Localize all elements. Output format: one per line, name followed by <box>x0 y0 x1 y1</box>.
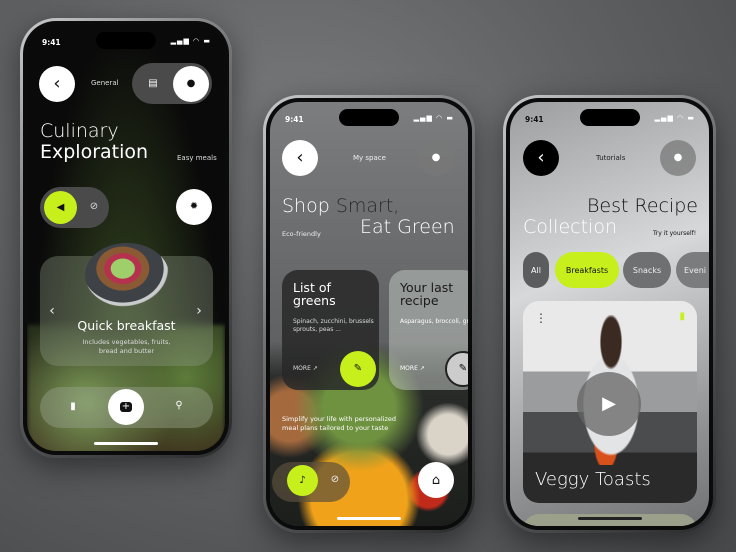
chip-label: Breakfasts <box>565 265 609 275</box>
plus-icon: + <box>119 401 133 412</box>
chevron-left-icon: ‹ <box>53 73 61 94</box>
title-part1: Shop <box>282 195 336 217</box>
speaker-icon: ◀ <box>56 201 65 213</box>
chip-breakfasts[interactable]: Breakfasts <box>555 252 619 288</box>
tag-label: Eco-friendly <box>282 230 321 238</box>
mute-icon: ⊘ <box>89 201 99 212</box>
sound-on-button[interactable]: ◀ <box>44 191 77 224</box>
tag-label: Try it yourself! <box>653 230 697 237</box>
play-icon: ▶ <box>602 393 616 414</box>
phone-my-space: 9:41 ▂▄▆ ◠ ▬ ‹ My space ● Shop Smart, Ea… <box>263 95 475 533</box>
chip-snacks[interactable]: Snacks <box>623 252 671 288</box>
bookmark-button[interactable]: ▮ <box>63 395 83 419</box>
header-label: My space <box>353 154 386 162</box>
back-button[interactable]: ‹ <box>39 66 75 102</box>
chip-label: Eveni <box>684 265 707 275</box>
bell-button[interactable]: ♪ <box>287 465 318 496</box>
bell-off-button[interactable]: ⊘ <box>324 469 346 491</box>
card-desc: Spinach, zucchini, brussels sprouts, pea… <box>293 318 374 334</box>
phone-general: 9:41 ▂▄▆ ◠ ▬ ‹ General ▤ ● Culinary Expl… <box>20 18 232 458</box>
document-button[interactable]: ▤ <box>141 72 165 96</box>
next-card-preview <box>523 514 697 526</box>
menu-button[interactable]: ⋮ <box>535 311 547 325</box>
screen: 9:41 ▂▄▆ ◠ ▬ ‹ My space ● Shop Smart, Ea… <box>270 102 468 526</box>
chip-label: All <box>531 265 541 275</box>
status-time: 9:41 <box>285 115 304 124</box>
home-indicator <box>94 442 158 445</box>
back-button[interactable]: ‹ <box>523 140 559 176</box>
user-icon: ● <box>431 152 441 163</box>
header-label: Tutorials <box>596 154 626 162</box>
bell-off-icon: ⊘ <box>330 474 340 485</box>
home-indicator <box>337 517 401 520</box>
card-title: Quick breakfast <box>77 318 176 333</box>
more-link[interactable]: MORE ↗ <box>293 365 318 372</box>
search-icon: ⚲ <box>175 400 183 411</box>
bookmark-icon: ▮ <box>70 401 76 412</box>
settings-button[interactable]: ✹ <box>176 189 212 225</box>
title-line2: Exploration <box>40 141 149 163</box>
home-icon: ⌂ <box>431 472 441 488</box>
chip-all[interactable]: All <box>523 252 549 288</box>
mute-button[interactable]: ⊘ <box>82 195 106 219</box>
tag-label: Easy meals <box>177 154 217 162</box>
profile-button[interactable]: ● <box>660 140 696 176</box>
more-link[interactable]: MORE ↗ <box>400 365 425 372</box>
card-title: List of greens <box>293 280 336 309</box>
title-line1: Shop Smart, <box>282 195 400 217</box>
edit-button[interactable]: ✎ <box>340 351 376 387</box>
dynamic-island <box>579 109 640 126</box>
pencil-icon: ✎ <box>458 363 468 374</box>
play-button[interactable]: ▶ <box>577 372 641 436</box>
status-icons: ▂▄▆ ◠ ▬ <box>654 114 695 122</box>
dynamic-island <box>96 32 156 49</box>
chip-label: Snacks <box>632 265 662 275</box>
header-label: General <box>91 79 119 87</box>
card-last-recipe[interactable]: Your last recipe Asparagus, broccoli, gr… <box>389 270 468 390</box>
status-icons: ▂▄▆ ◠ ▬ <box>413 114 454 122</box>
title-line2: Collection <box>523 216 617 238</box>
chevron-left-icon: ‹ <box>296 147 304 168</box>
edit-button[interactable]: ✎ <box>445 351 468 387</box>
home-button[interactable]: ⌂ <box>418 462 454 498</box>
title-line1: Best Recipe <box>586 195 698 217</box>
next-button[interactable]: › <box>191 303 207 319</box>
previous-button[interactable]: ‹ <box>44 303 60 319</box>
chevron-right-icon: › <box>196 303 202 319</box>
card-title: Your last recipe <box>400 280 454 309</box>
tagline: Simplify your life with personalized mea… <box>282 415 397 432</box>
bookmark-icon[interactable]: ▮ <box>679 311 685 322</box>
profile-button[interactable]: ● <box>173 66 209 102</box>
screen: 9:41 ▂▄▆ ◠ ▬ ‹ Tutorials ● Best Recipe C… <box>510 102 709 526</box>
video-title: Veggy Toasts <box>535 469 651 490</box>
screen: 9:41 ▂▄▆ ◠ ▬ ‹ General ▤ ● Culinary Expl… <box>27 25 225 451</box>
add-button[interactable]: + <box>108 389 144 425</box>
card-list-of-greens[interactable]: List of greens Spinach, zucchini, brusse… <box>282 270 379 390</box>
dynamic-island <box>339 109 399 126</box>
chevron-left-icon: ‹ <box>537 147 545 168</box>
gear-icon: ✹ <box>189 201 199 212</box>
card-subtitle: Includes vegetables, fruits, bread and b… <box>82 338 171 355</box>
title-line2: Eat Green <box>360 216 455 238</box>
pencil-icon: ✎ <box>353 363 363 374</box>
chevron-left-icon: ‹ <box>49 303 55 319</box>
title-part2: Smart, <box>335 195 400 217</box>
home-indicator <box>577 517 642 520</box>
title-line1: Culinary <box>40 120 119 142</box>
toast-plate-image <box>85 243 169 307</box>
chip-evening[interactable]: Eveni <box>676 252 709 288</box>
bell-icon: ♪ <box>299 474 306 486</box>
status-icons: ▂▄▆ ◠ ▬ <box>170 37 211 45</box>
status-time: 9:41 <box>42 38 61 47</box>
phone-tutorials: 9:41 ▂▄▆ ◠ ▬ ‹ Tutorials ● Best Recipe C… <box>503 95 716 533</box>
user-icon: ● <box>186 78 196 89</box>
card-desc: Asparagus, broccoli, green beans, cucumb <box>400 318 468 325</box>
profile-button[interactable]: ● <box>418 140 454 176</box>
document-icon: ▤ <box>148 78 158 89</box>
back-button[interactable]: ‹ <box>282 140 318 176</box>
status-time: 9:41 <box>525 115 544 124</box>
user-icon: ● <box>673 152 683 163</box>
search-button[interactable]: ⚲ <box>168 395 190 417</box>
video-card[interactable]: ⋮ ▮ ▶ Veggy Toasts <box>523 301 697 503</box>
